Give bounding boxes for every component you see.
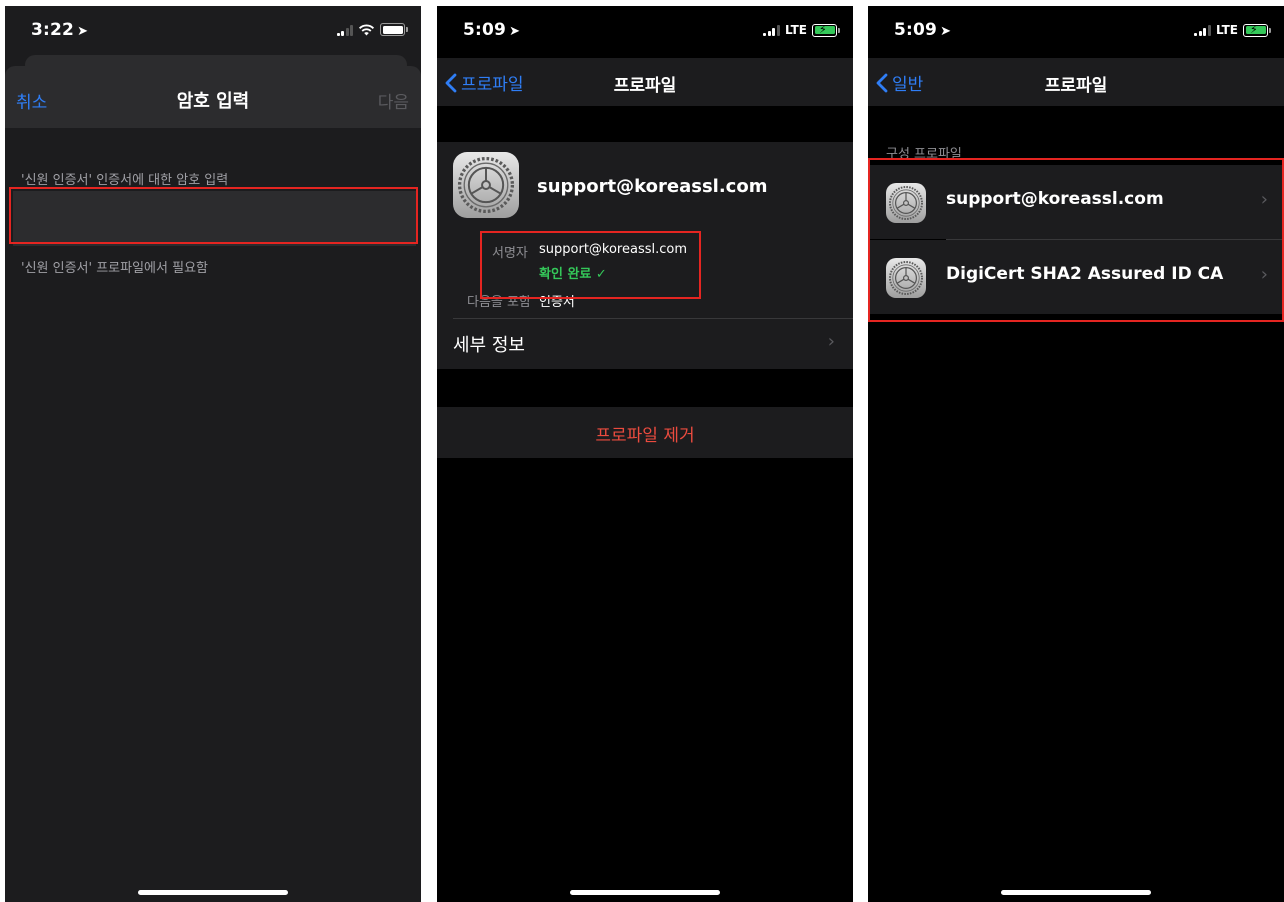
network-type: LTE [784,23,807,37]
next-button[interactable]: 다음 [378,88,409,113]
status-icons [336,23,408,36]
profile-list-item[interactable]: DigiCert SHA2 Assured ID CA › [868,240,1284,314]
sheet-title: 암호 입력 [176,91,250,112]
home-indicator[interactable] [1001,890,1151,895]
sheet-header: 취소 암호 입력 다음 [5,66,421,128]
remove-profile-row[interactable]: 프로파일 제거 [437,407,853,458]
password-input[interactable] [13,191,416,246]
signal-icon [763,24,780,36]
profiles-list-screen: 5:09 ➤ LTE ⚡ 일반 프로파일 구성 프로파일 support@kore… [868,6,1284,902]
password-entry-screen: 3:22 ➤ 취소 암호 입력 다음 '신원 인증서' 인증서에 대한 암호 입력… [5,6,421,902]
password-field-footer: '신원 인증서' 프로파일에서 필요함 [21,261,208,276]
charging-bolt-icon: ⚡ [819,22,827,36]
network-type: LTE [1215,23,1238,37]
status-time: 3:22 ➤ [31,20,88,40]
status-time: 5:09 ➤ [463,20,520,40]
status-time: 5:09 ➤ [894,20,951,40]
profile-name: support@koreassl.com [537,176,768,197]
chevron-right-icon: › [1260,189,1268,210]
profile-list-item-name: support@koreassl.com [946,189,1164,209]
settings-gear-icon [453,152,519,218]
signer-value: support@koreassl.com [539,242,688,257]
settings-gear-icon [886,258,926,298]
battery-icon: ⚡ [812,22,840,37]
signal-icon [1194,24,1211,36]
location-arrow-icon: ➤ [509,24,521,39]
chevron-right-icon: › [1260,264,1268,285]
status-bar: 5:09 ➤ LTE ⚡ [437,6,853,58]
section-header: 구성 프로파일 [886,147,962,162]
navigation-bar: 일반 프로파일 [868,58,1284,106]
status-bar: 3:22 ➤ [5,6,421,58]
location-arrow-icon: ➤ [77,24,89,39]
password-sheet: 취소 암호 입력 다음 '신원 인증서' 인증서에 대한 암호 입력 '신원 인… [5,66,421,902]
signal-icon [336,24,353,36]
settings-gear-icon [886,183,926,223]
home-indicator[interactable] [138,890,288,895]
signer-label: 서명자 [492,246,528,261]
nav-title: 프로파일 [1044,76,1108,96]
password-field-label: '신원 인증서' 인증서에 대한 암호 입력 [21,173,229,188]
contains-label: 다음을 포함 [467,295,531,310]
nav-title: 프로파일 [613,76,677,96]
charging-bolt-icon: ⚡ [1250,22,1258,36]
details-row[interactable]: 세부 정보 › [437,319,853,369]
verified-status: 확인 완료 ✓ [539,267,607,282]
remove-profile-button[interactable]: 프로파일 제거 [437,421,853,446]
status-bar: 5:09 ➤ LTE ⚡ [868,6,1284,58]
status-time-text: 3:22 [31,20,75,40]
home-indicator[interactable] [570,890,720,895]
profile-detail-screen: 5:09 ➤ LTE ⚡ 프로파일 프로파일 support@koreassl.c… [437,6,853,902]
status-time-text: 5:09 [894,20,938,40]
wifi-icon [358,24,375,35]
profile-card: support@koreassl.com 서명자 support@koreass… [437,142,853,369]
battery-icon [380,23,408,36]
navigation-bar: 프로파일 프로파일 [437,58,853,106]
chevron-right-icon: › [827,331,835,352]
profile-list-item[interactable]: support@koreassl.com › [868,165,1284,239]
location-arrow-icon: ➤ [940,24,952,39]
battery-icon: ⚡ [1243,22,1271,37]
contains-value: 인증서 [539,295,575,310]
status-icons: LTE ⚡ [1194,22,1271,37]
status-icons: LTE ⚡ [763,22,840,37]
profile-list-item-name: DigiCert SHA2 Assured ID CA [946,264,1224,284]
status-time-text: 5:09 [463,20,507,40]
details-label: 세부 정보 [453,335,525,356]
